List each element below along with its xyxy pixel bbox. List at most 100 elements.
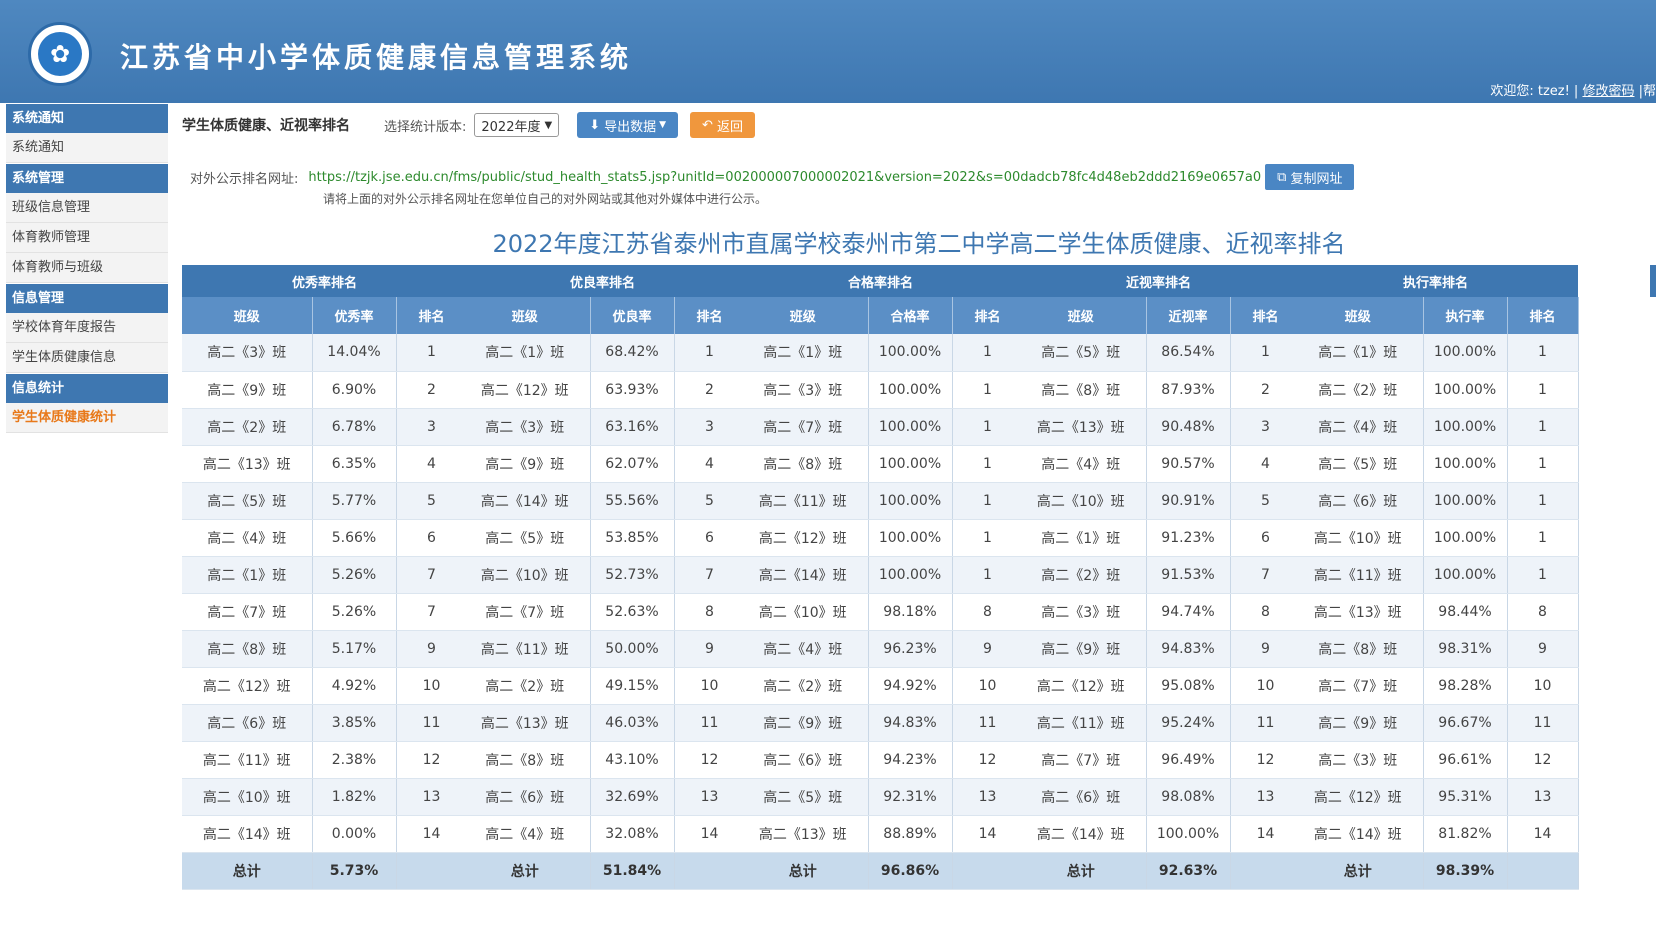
table-cell: 高二《2》班 (460, 667, 591, 705)
table-cell: 96.49% (1146, 741, 1231, 779)
version-select[interactable]: 2022年度 ▼ (474, 113, 560, 137)
table-cell: 高二《4》班 (1293, 408, 1424, 446)
table-cell: 高二《13》班 (1293, 593, 1424, 631)
table-cell: 43.10% (590, 741, 675, 779)
table-cell: 高二《6》班 (738, 741, 869, 779)
table-cell: 12 (952, 741, 1024, 779)
table-cell: 高二《7》班 (182, 593, 313, 631)
table-cell: 52.73% (590, 556, 675, 594)
table-cell: 100.00% (1423, 334, 1508, 372)
table-cell: 91.23% (1146, 519, 1231, 557)
table-cell: 10 (1507, 667, 1579, 705)
table-cell: 10 (1230, 667, 1302, 705)
change-password-link[interactable]: 修改密码 (1582, 84, 1634, 99)
table-row: 高二《2》班 49.15% 10 (460, 667, 746, 705)
sidebar-item-annual-report[interactable]: 学校体育年度报告 (6, 313, 168, 343)
sidebar-item-class-info[interactable]: 班级信息管理 (6, 193, 168, 223)
table-cell: 94.74% (1146, 593, 1231, 631)
table-cell: 12 (396, 741, 468, 779)
table-cell: 高二《12》班 (182, 667, 313, 705)
table-cell: 100.00% (1423, 519, 1508, 557)
table-cell: 94.83% (1146, 630, 1231, 668)
sidebar-item-teacher-class[interactable]: 体育教师与班级 (6, 253, 168, 283)
table-row: 高二《1》班 91.23% 6 (1016, 519, 1302, 557)
table-cell: 高二《14》班 (182, 815, 313, 853)
next-table-edge (1650, 265, 1656, 297)
sidebar-item-notice[interactable]: 系统通知 (6, 133, 168, 163)
welcome-text: 欢迎您: tzez! | (1490, 84, 1579, 99)
table-cell: 高二《9》班 (1293, 704, 1424, 742)
back-button[interactable]: ↶ 返回 (690, 112, 755, 138)
column-header: 班级 (1293, 297, 1424, 334)
table-row: 高二《5》班 5.77% 5 (182, 482, 468, 520)
sidebar: 系统通知 系统通知 系统管理 班级信息管理 体育教师管理 体育教师与班级 信息管… (6, 103, 168, 433)
sidebar-section-info[interactable]: 信息管理 (6, 284, 168, 313)
table-title: 优秀率排名 (182, 265, 467, 297)
table-row: 高二《7》班 5.26% 7 (182, 593, 468, 631)
sidebar-item-student-health[interactable]: 学生体质健康信息 (6, 343, 168, 373)
table-cell: 100.00% (1423, 371, 1508, 409)
table-row: 高二《2》班 6.78% 3 (182, 408, 468, 446)
table-cell: 高二《8》班 (182, 630, 313, 668)
table-cell: 12 (674, 741, 746, 779)
table-row: 高二《7》班 96.49% 12 (1016, 741, 1302, 779)
table-row: 高二《8》班 5.17% 9 (182, 630, 468, 668)
table-cell: 高二《13》班 (182, 445, 313, 483)
table-cell: 53.85% (590, 519, 675, 557)
table-cell: 96.67% (1423, 704, 1508, 742)
ranking-table: 优秀率排名 班级 优秀率 排名 高二《3》班 14.04% 1 高二《9》班 6.90% 2 高二《… (182, 265, 468, 890)
table-cell: 88.89% (868, 815, 953, 853)
table-cell: 高二《1》班 (738, 334, 869, 372)
table-row: 高二《4》班 32.08% 14 (460, 815, 746, 853)
table-row: 高二《11》班 95.24% 11 (1016, 704, 1302, 742)
table-cell: 高二《4》班 (1016, 445, 1147, 483)
table-cell: 高二《4》班 (182, 519, 313, 557)
table-row: 高二《4》班 96.23% 9 (738, 630, 1024, 668)
table-cell: 46.03% (590, 704, 675, 742)
table-row: 高二《6》班 98.08% 13 (1016, 778, 1302, 816)
column-header: 合格率 (868, 297, 953, 334)
table-cell: 90.48% (1146, 408, 1231, 446)
table-cell: 96.61% (1423, 741, 1508, 779)
table-cell: 96.23% (868, 630, 953, 668)
table-row: 高二《7》班 100.00% 1 (738, 408, 1024, 446)
table-cell: 高二《14》班 (460, 482, 591, 520)
ranking-table: 优良率排名 班级 优良率 排名 高二《1》班 68.42% 1 高二《12》班 63.93% 2 高… (460, 265, 746, 890)
help-link[interactable]: |帮 (1639, 84, 1656, 99)
sidebar-section-system[interactable]: 系统管理 (6, 164, 168, 193)
table-cell: 1 (396, 334, 468, 372)
table-row: 高二《12》班 63.93% 2 (460, 371, 746, 409)
table-row: 高二《5》班 86.54% 1 (1016, 334, 1302, 372)
table-row: 高二《12》班 4.92% 10 (182, 667, 468, 705)
table-cell: 14 (1230, 815, 1302, 853)
total-row: 总计 51.84% (460, 852, 746, 890)
table-cell: 高二《10》班 (182, 778, 313, 816)
table-cell: 8 (952, 593, 1024, 631)
table-cell: 100.00% (1423, 556, 1508, 594)
table-cell: 12 (1507, 741, 1579, 779)
table-row: 高二《12》班 100.00% 1 (738, 519, 1024, 557)
return-icon: ↶ (702, 117, 713, 133)
public-url-value[interactable]: https://tzjk.jse.edu.cn/fms/public/stud_… (308, 170, 1261, 185)
table-cell: 高二《9》班 (460, 445, 591, 483)
table-row: 高二《10》班 52.73% 7 (460, 556, 746, 594)
table-cell: 1 (1507, 334, 1579, 372)
export-button[interactable]: ⬇ 导出数据 ▼ (577, 112, 679, 138)
table-cell: 11 (396, 704, 468, 742)
sidebar-item-health-stats[interactable]: 学生体质健康统计 (6, 403, 168, 433)
table-cell: 1 (674, 334, 746, 372)
sidebar-section-notice[interactable]: 系统通知 (6, 104, 168, 133)
table-row: 高二《6》班 94.23% 12 (738, 741, 1024, 779)
table-cell: 高二《5》班 (1293, 445, 1424, 483)
table-cell: 100.00% (1146, 815, 1231, 853)
sidebar-section-stats[interactable]: 信息统计 (6, 374, 168, 403)
copy-url-button[interactable]: ⧉ 复制网址 (1265, 164, 1355, 190)
total-label: 总计 (738, 852, 869, 890)
table-row: 高二《12》班 95.08% 10 (1016, 667, 1302, 705)
sidebar-item-pe-teachers[interactable]: 体育教师管理 (6, 223, 168, 253)
column-header: 执行率 (1423, 297, 1508, 334)
table-cell: 1 (952, 334, 1024, 372)
table-cell: 高二《11》班 (1293, 556, 1424, 594)
table-row: 高二《4》班 90.57% 4 (1016, 445, 1302, 483)
column-header: 近视率 (1146, 297, 1231, 334)
